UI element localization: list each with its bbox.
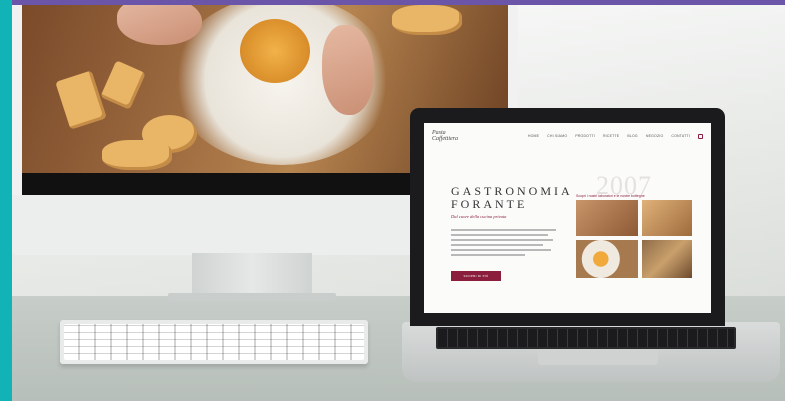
website-logo[interactable]: Pasta Caffettiera <box>432 130 458 142</box>
monitor-stand <box>192 253 312 298</box>
website-paragraph <box>451 229 556 259</box>
gallery-image[interactable] <box>576 240 638 278</box>
pasta-piece <box>55 70 107 130</box>
website-tagline: Dal cuore della cucina privata <box>451 214 507 219</box>
laptop-trackpad <box>538 349 658 365</box>
laptop-lid: Pasta Caffettiera HOME CHI SIAMO PRODOTT… <box>410 108 725 326</box>
pasta-nest <box>392 5 462 35</box>
menu-item-blog[interactable]: BLOG <box>627 134 638 138</box>
monitor-stand-base <box>168 293 336 301</box>
right-hand <box>322 25 374 115</box>
cart-icon[interactable] <box>698 133 703 139</box>
website-gallery <box>576 200 692 280</box>
menu-item-contatti[interactable]: CONTATTI <box>671 134 690 138</box>
keyboard <box>60 320 368 364</box>
gallery-image[interactable] <box>576 200 638 236</box>
left-accent-bar <box>0 0 12 401</box>
website-nav: Pasta Caffettiera HOME CHI SIAMO PRODOTT… <box>424 123 711 149</box>
menu-item-prodotti[interactable]: PRODOTTI <box>575 134 595 138</box>
gallery-caption: Scopri i nostri laboratori e le nostre b… <box>576 194 645 198</box>
laptop-screen: Pasta Caffettiera HOME CHI SIAMO PRODOTT… <box>424 123 711 313</box>
gallery-image[interactable] <box>642 240 692 278</box>
left-hand <box>117 5 202 45</box>
laptop-keyboard <box>436 327 736 349</box>
keyboard-keys <box>64 324 364 360</box>
website-cta-button[interactable]: SCOPRI DI PIÙ <box>451 271 501 281</box>
website-menu: HOME CHI SIAMO PRODOTTI RICETTE BLOG NEG… <box>528 134 690 138</box>
pasta-piece <box>102 140 172 170</box>
product-photo: Pasta Caffettiera HOME CHI SIAMO PRODOTT… <box>0 0 785 401</box>
menu-item-chi-siamo[interactable]: CHI SIAMO <box>547 134 567 138</box>
egg-dough <box>240 19 310 83</box>
gallery-image[interactable] <box>642 200 692 236</box>
menu-item-negozio[interactable]: NEGOZIO <box>646 134 664 138</box>
pasta-piece <box>100 60 146 110</box>
menu-item-home[interactable]: HOME <box>528 134 539 138</box>
website-title: GASTRONOMIA FORANTE <box>451 184 573 211</box>
menu-item-ricette[interactable]: RICETTE <box>603 134 619 138</box>
